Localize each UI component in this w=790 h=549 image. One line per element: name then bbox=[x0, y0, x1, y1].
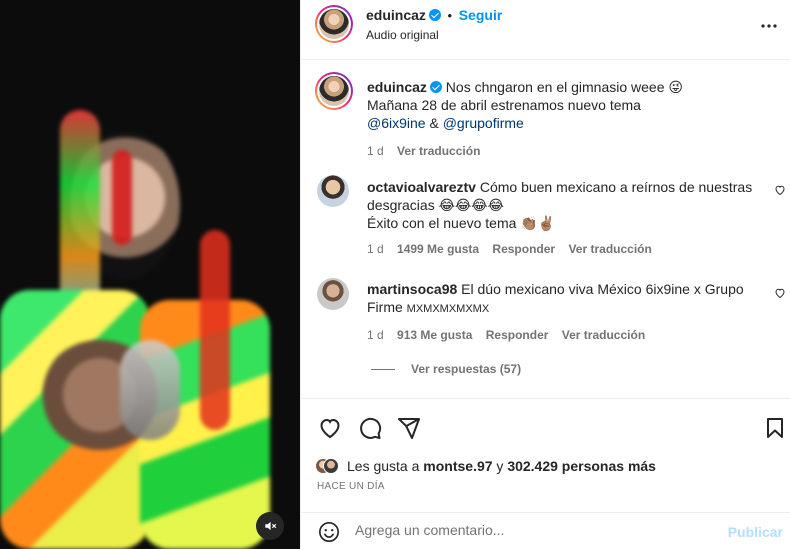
post-viewer: eduincaz • Seguir Audio original eduinca… bbox=[0, 0, 790, 549]
caption-username[interactable]: eduincaz bbox=[367, 79, 427, 95]
video-player[interactable] bbox=[0, 0, 300, 549]
author-username[interactable]: eduincaz bbox=[366, 7, 426, 23]
view-replies-label: Ver respuestas (57) bbox=[411, 362, 522, 376]
comment-text-2-small: MXMXMXMXMX bbox=[406, 303, 490, 315]
comment-text-2: desgracias 😂😂😂😂 bbox=[367, 197, 505, 213]
caption: eduincaz Nos chngaron en el gimnasio wee… bbox=[367, 78, 777, 158]
comment-username[interactable]: octavioalvareztv bbox=[367, 179, 476, 195]
comment-text-1: Cómo buen mexicano a reírnos de nuestras bbox=[479, 179, 753, 195]
comment-time[interactable]: 1 d bbox=[367, 242, 384, 256]
caption-time[interactable]: 1 d bbox=[367, 144, 384, 158]
mention-grupofirme[interactable]: @grupofirme bbox=[443, 115, 524, 131]
caption-author-avatar[interactable] bbox=[315, 72, 353, 110]
follow-button[interactable]: Seguir bbox=[459, 7, 503, 23]
audio-label[interactable]: Audio original bbox=[366, 28, 439, 42]
caption-line-2: Mañana 28 de abril estrenamos nuevo tema bbox=[367, 97, 641, 113]
comment-reply-button[interactable]: Responder bbox=[486, 328, 549, 342]
comment-composer: Publicar bbox=[301, 512, 790, 549]
comment-item: octavioalvareztv Cómo buen mexicano a re… bbox=[367, 178, 777, 256]
comment-text-3: Éxito con el nuevo tema 👏🏽✌🏽 bbox=[367, 215, 556, 231]
comment-input[interactable] bbox=[355, 522, 715, 538]
caption-line-1: Nos chngaron en el gimnasio weee 😜 bbox=[445, 79, 683, 95]
mute-toggle-button[interactable] bbox=[256, 512, 284, 540]
commenter-avatar[interactable] bbox=[317, 175, 349, 207]
comment-text-2: Firme bbox=[367, 299, 403, 315]
comment-translate-link[interactable]: Ver traducción bbox=[568, 242, 651, 256]
comment-likes-count[interactable]: 1499 Me gusta bbox=[397, 242, 479, 256]
likes-prefix: Les gusta a bbox=[347, 458, 420, 474]
header-separator: • bbox=[447, 8, 453, 23]
likes-middle: y bbox=[496, 458, 504, 474]
post-header: eduincaz • Seguir Audio original bbox=[301, 0, 790, 60]
comment-like-heart-icon[interactable] bbox=[774, 184, 786, 196]
more-options-icon[interactable] bbox=[757, 14, 781, 38]
likes-count-link[interactable]: 302.429 personas más bbox=[507, 458, 656, 474]
comment-time[interactable]: 1 d bbox=[367, 328, 384, 342]
author-avatar[interactable] bbox=[315, 5, 353, 43]
post-details-panel: eduincaz • Seguir Audio original eduinca… bbox=[300, 0, 790, 549]
comment-like-heart-icon[interactable] bbox=[774, 287, 786, 299]
comment-likes-count[interactable]: 913 Me gusta bbox=[397, 328, 472, 342]
comment-username[interactable]: martinsoca98 bbox=[367, 281, 457, 297]
comment-text-1: El dúo mexicano viva México 6ix9ine x Gr… bbox=[461, 281, 744, 297]
speaker-muted-icon bbox=[265, 521, 277, 531]
like-heart-icon[interactable] bbox=[318, 416, 342, 440]
comment-bubble-icon[interactable] bbox=[358, 416, 382, 440]
likes-user-link[interactable]: montse.97 bbox=[423, 458, 492, 474]
comment-item: martinsoca98 El dúo mexicano viva México… bbox=[367, 280, 777, 376]
emoji-smiley-icon[interactable] bbox=[318, 521, 340, 543]
mention-6ix9ine[interactable]: @6ix9ine bbox=[367, 115, 426, 131]
likes-summary: Les gusta a montse.97 y 302.429 personas… bbox=[315, 456, 656, 476]
verified-badge-icon bbox=[429, 81, 442, 93]
commenter-avatar[interactable] bbox=[317, 278, 349, 310]
comment-reply-button[interactable]: Responder bbox=[492, 242, 555, 256]
caption-translate-link[interactable]: Ver traducción bbox=[397, 144, 480, 158]
share-send-icon[interactable] bbox=[397, 416, 421, 440]
liker-avatars[interactable] bbox=[315, 456, 339, 476]
caption-amp: & bbox=[429, 115, 439, 131]
save-bookmark-icon[interactable] bbox=[763, 416, 787, 440]
post-time-ago[interactable]: HACE UN DÍA bbox=[317, 481, 385, 492]
view-replies-button[interactable]: Ver respuestas (57) bbox=[367, 362, 777, 376]
verified-badge-icon bbox=[428, 9, 441, 21]
comment-translate-link[interactable]: Ver traducción bbox=[562, 328, 645, 342]
publish-button[interactable]: Publicar bbox=[728, 524, 783, 540]
